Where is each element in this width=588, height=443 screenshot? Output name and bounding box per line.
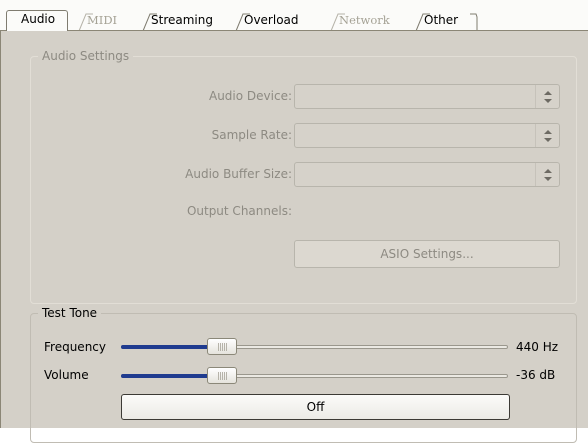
tab-strip: Audio MIDI Streaming Overload Network Ot… [0, 0, 588, 32]
tab-streaming-label: Streaming [151, 13, 213, 27]
tab-separator [78, 13, 93, 32]
output-channels-label: Output Channels: [186, 204, 292, 218]
sample-rate-label: Sample Rate: [211, 128, 292, 142]
asio-settings-button[interactable]: ASIO Settings... [294, 240, 560, 268]
volume-slider-thumb[interactable] [207, 367, 237, 384]
volume-label: Volume [44, 368, 89, 382]
buffer-size-select[interactable] [294, 162, 560, 187]
grip-icon [218, 372, 228, 380]
audio-device-label: Audio Device: [208, 89, 292, 103]
tab-audio-label: Audio [21, 12, 56, 26]
frequency-slider-thumb[interactable] [207, 338, 237, 355]
tab-network-label: Network [339, 13, 390, 27]
panel-left-edge [0, 31, 1, 428]
tab-overload-label: Overload [244, 13, 299, 27]
test-tone-toggle-label: Off [306, 400, 325, 414]
test-tone-title: Test Tone [38, 306, 102, 320]
audio-settings-title: Audio Settings [38, 49, 134, 63]
updown-arrow-icon [535, 124, 559, 147]
volume-slider[interactable] [121, 374, 508, 378]
updown-arrow-icon [535, 85, 559, 108]
tab-baseline [0, 30, 588, 31]
updown-arrow-icon [535, 163, 559, 186]
buffer-size-label: Audio Buffer Size: [185, 167, 292, 181]
tab-separator [142, 13, 157, 32]
sample-rate-select[interactable] [294, 123, 560, 148]
asio-settings-label: ASIO Settings... [380, 247, 474, 261]
test-tone-group: Test Tone [30, 306, 577, 443]
tab-audio[interactable]: Audio [6, 10, 68, 31]
tab-separator [470, 13, 478, 31]
test-tone-toggle-button[interactable]: Off [121, 394, 510, 420]
tab-separator [415, 13, 430, 32]
audio-device-select[interactable] [294, 84, 560, 109]
grip-icon [218, 343, 228, 351]
frequency-slider[interactable] [121, 345, 508, 349]
tab-separator [235, 13, 250, 32]
volume-value: -36 dB [516, 368, 556, 382]
frequency-value: 440 Hz [516, 340, 559, 354]
settings-panel: Audio Settings Audio Device: Sample Rate… [0, 31, 588, 443]
frequency-label: Frequency [44, 340, 106, 354]
tab-separator [330, 13, 345, 32]
